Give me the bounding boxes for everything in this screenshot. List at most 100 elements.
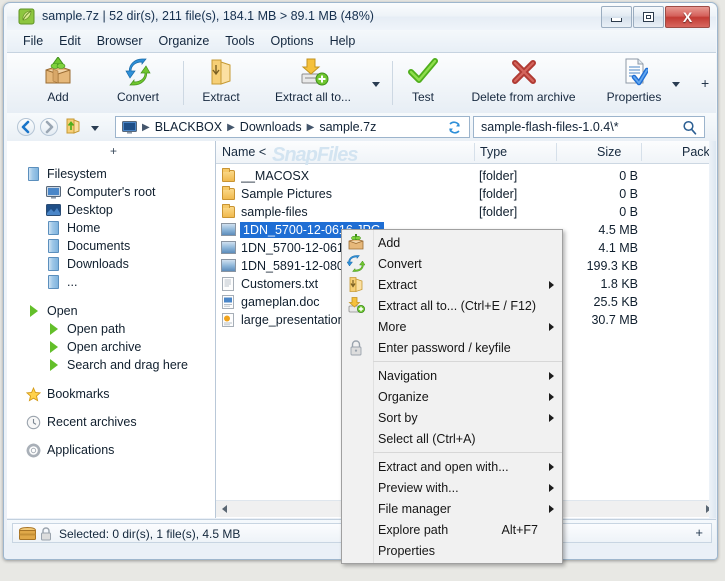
close-button[interactable]: X: [665, 6, 710, 28]
menu-help[interactable]: Help: [322, 32, 364, 50]
breadcrumb-archive[interactable]: sample.7z: [319, 120, 376, 134]
column-header-size[interactable]: Size: [597, 141, 621, 163]
green-arrow-icon: [45, 357, 62, 373]
toolbar-delete-button[interactable]: Delete from archive: [456, 55, 591, 110]
column-header-packed[interactable]: Pack: [682, 141, 710, 163]
up-folder-button[interactable]: [65, 117, 83, 135]
menu-options[interactable]: Options: [262, 32, 321, 50]
search-input-value: sample-flash-files-1.0.4\*: [474, 120, 619, 134]
context-menu-label: Select all (Ctrl+A): [373, 432, 476, 446]
toolbar-plus-button[interactable]: +: [701, 75, 709, 91]
breadcrumb-downloads[interactable]: Downloads: [240, 120, 302, 134]
context-menu-item-convert[interactable]: Convert: [342, 253, 562, 274]
file-list-vscrollbar[interactable]: [709, 141, 716, 518]
menu-tools[interactable]: Tools: [217, 32, 262, 50]
context-menu-item-file-manager[interactable]: File manager: [342, 498, 562, 519]
image-icon: [220, 258, 236, 273]
sidebar-item-desktop[interactable]: Desktop: [45, 201, 113, 219]
sidebar-item-label: Open: [47, 304, 78, 318]
sidebar-item-search-drag[interactable]: Search and drag here: [45, 356, 188, 374]
sidebar-item-open-archive[interactable]: Open archive: [45, 338, 141, 356]
status-plus-button[interactable]: +: [695, 525, 703, 540]
context-menu-item-enter-password[interactable]: Enter password / keyfile: [342, 337, 562, 358]
breadcrumb-bar[interactable]: ▶ BLACKBOX ▶ Downloads ▶ sample.7z: [115, 116, 470, 138]
context-menu-item-navigation[interactable]: Navigation: [342, 365, 562, 386]
context-menu-label: Properties: [373, 544, 435, 558]
toolbar-extract-all-caret[interactable]: [370, 77, 383, 90]
toolbar-add-button[interactable]: Add: [29, 55, 87, 110]
toolbar-properties-button[interactable]: Properties: [594, 55, 674, 110]
context-menu-item-add[interactable]: Add: [342, 232, 562, 253]
toolbar-test-button[interactable]: Test: [397, 55, 449, 110]
toolbar-extract-all-button[interactable]: Extract all to...: [259, 55, 367, 110]
context-menu-item-select-all[interactable]: Select all (Ctrl+A): [342, 428, 562, 449]
context-menu-item-preview-with[interactable]: Preview with...: [342, 477, 562, 498]
forward-button[interactable]: [40, 118, 58, 136]
back-button[interactable]: [17, 118, 35, 136]
file-size: 0 B: [546, 205, 638, 219]
refresh-icon[interactable]: [447, 120, 462, 138]
context-menu-item-explore-path[interactable]: Explore path Alt+F7: [342, 519, 562, 540]
sidebar-item-applications[interactable]: Applications: [25, 441, 114, 459]
sidebar-item-open-path[interactable]: Open path: [45, 320, 125, 338]
sidebar-item-open[interactable]: Open: [25, 302, 78, 320]
search-icon[interactable]: [682, 120, 697, 138]
maximize-button[interactable]: [633, 6, 664, 28]
context-menu-accelerator: Alt+F7: [502, 523, 538, 537]
context-menu-label: Extract and open with...: [373, 460, 509, 474]
context-menu-separator: [373, 452, 562, 453]
sidebar-item-label: Downloads: [67, 257, 129, 271]
extract-all-icon: [297, 55, 329, 89]
sidebar-item-documents[interactable]: Documents: [45, 237, 130, 255]
sidebar-item-downloads[interactable]: Downloads: [45, 255, 129, 273]
menu-file[interactable]: File: [15, 32, 51, 50]
table-row[interactable]: sample-files [folder] 0 B: [216, 203, 716, 220]
sidebar-plus-button[interactable]: +: [110, 144, 117, 158]
chevron-right-icon: [549, 323, 554, 331]
toolbar-overflow-caret[interactable]: [670, 77, 683, 90]
sidebar-item-home[interactable]: Home: [45, 219, 100, 237]
address-history-caret[interactable]: [89, 121, 102, 134]
sidebar-item-recent-archives[interactable]: Recent archives: [25, 413, 137, 431]
sidebar-item-filesystem[interactable]: Filesystem: [25, 165, 107, 183]
menu-organize[interactable]: Organize: [151, 32, 218, 50]
column-divider-1[interactable]: [474, 143, 475, 161]
menu-edit[interactable]: Edit: [51, 32, 89, 50]
column-divider-2[interactable]: [556, 143, 557, 161]
context-menu-item-extract-and-open-with[interactable]: Extract and open with...: [342, 456, 562, 477]
convert-arrows-icon: [347, 255, 365, 272]
context-menu-label: Add: [373, 236, 400, 250]
file-name: Sample Pictures: [241, 187, 332, 201]
table-row[interactable]: __MACOSX [folder] 0 B: [216, 167, 716, 184]
column-header-type[interactable]: Type: [480, 141, 507, 163]
context-menu-item-organize[interactable]: Organize: [342, 386, 562, 407]
toolbar-extract-label: Extract: [202, 90, 239, 104]
context-menu-item-more[interactable]: More: [342, 316, 562, 337]
context-menu-item-sort-by[interactable]: Sort by: [342, 407, 562, 428]
column-divider-3[interactable]: [641, 143, 642, 161]
minimize-button[interactable]: [601, 6, 632, 28]
file-name: large_presentation.p: [241, 313, 355, 327]
computer-icon: [122, 121, 137, 134]
sidebar-item-more[interactable]: ...: [45, 273, 77, 291]
green-arrow-icon: [45, 321, 62, 337]
sidebar-item-bookmarks[interactable]: Bookmarks: [25, 385, 110, 403]
context-menu-item-properties[interactable]: Properties: [342, 540, 562, 561]
toolbar-extract-button[interactable]: Extract: [192, 55, 250, 110]
toolbar-test-label: Test: [412, 90, 434, 104]
context-menu-item-extract[interactable]: Extract: [342, 274, 562, 295]
scroll-left-icon[interactable]: [217, 501, 233, 516]
context-menu-item-extract-all[interactable]: Extract all to... (Ctrl+E / F12): [342, 295, 562, 316]
breadcrumb-sep-0: ▶: [142, 122, 150, 133]
file-name: sample-files: [241, 205, 308, 219]
breadcrumb-blackbox[interactable]: BLACKBOX: [155, 120, 222, 134]
search-input[interactable]: sample-flash-files-1.0.4\*: [473, 116, 705, 138]
toolbar-convert-label: Convert: [117, 90, 159, 104]
table-row[interactable]: Sample Pictures [folder] 0 B: [216, 185, 716, 202]
toolbar-convert-button[interactable]: Convert: [107, 55, 169, 110]
sidebar-item-label: Search and drag here: [67, 358, 188, 372]
image-icon: [220, 222, 236, 237]
menu-browser[interactable]: Browser: [89, 32, 151, 50]
sidebar-item-computers-root[interactable]: Computer's root: [45, 183, 156, 201]
column-header-name[interactable]: Name <: [222, 141, 266, 163]
